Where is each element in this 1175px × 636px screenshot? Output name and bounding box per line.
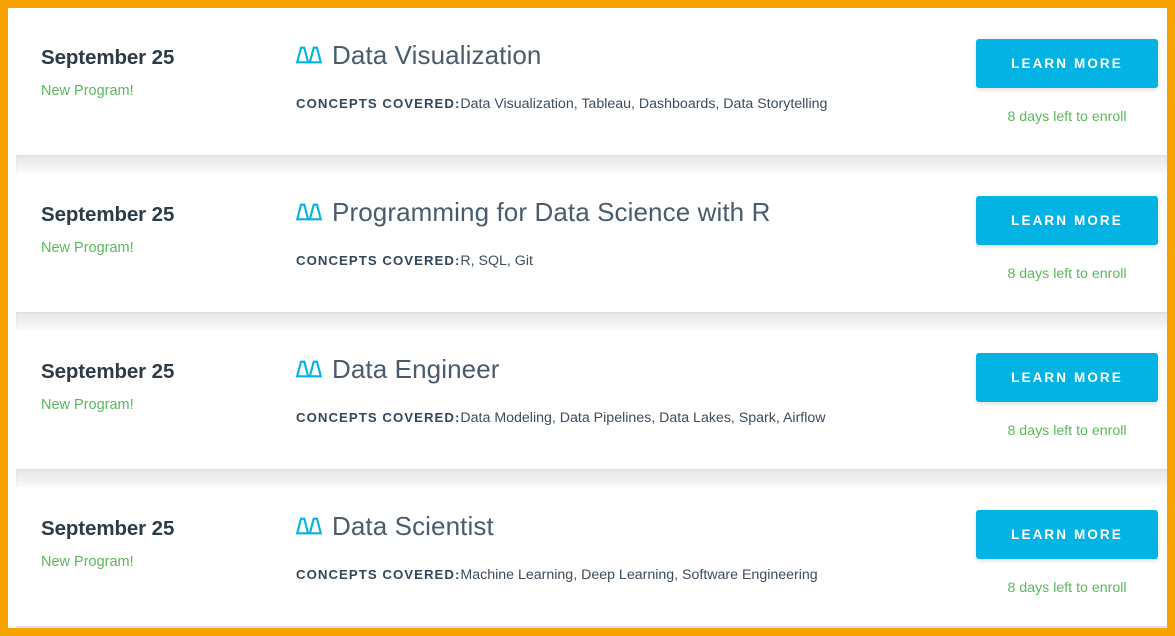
program-date-column: September 25 New Program! (41, 46, 276, 100)
program-info-column: Data Scientist CONCEPTS COVERED:Machine … (296, 509, 955, 584)
program-date-column: September 25 New Program! (41, 360, 276, 414)
program-title-row: Data Visualization (296, 38, 955, 72)
program-concepts-row: CONCEPTS COVERED:R, SQL, Git (296, 251, 955, 270)
udacity-logo-icon (296, 360, 322, 378)
program-concepts-row: CONCEPTS COVERED:Data Modeling, Data Pip… (296, 408, 955, 427)
udacity-logo-icon (296, 46, 322, 64)
concepts-covered-label: CONCEPTS COVERED: (296, 96, 461, 111)
new-program-badge: New Program! (41, 396, 134, 413)
program-title[interactable]: Programming for Data Science with R (332, 198, 770, 227)
program-start-date: September 25 (41, 46, 175, 69)
program-title[interactable]: Data Visualization (332, 41, 541, 70)
concepts-covered-label: CONCEPTS COVERED: (296, 410, 461, 425)
enroll-deadline-note: 8 days left to enroll (1007, 266, 1127, 282)
learn-more-button[interactable]: LEARN MORE (976, 353, 1158, 402)
card-separator (16, 626, 1167, 628)
learn-more-button[interactable]: LEARN MORE (976, 39, 1158, 88)
program-concepts-row: CONCEPTS COVERED:Data Visualization, Tab… (296, 94, 955, 113)
program-title-row: Programming for Data Science with R (296, 195, 955, 229)
page-frame: September 25 New Program! Data Visualiza… (0, 0, 1175, 636)
program-card[interactable]: September 25 New Program! Programming fo… (16, 173, 1167, 312)
new-program-badge: New Program! (41, 239, 134, 256)
concepts-covered-list: Data Modeling, Data Pipelines, Data Lake… (460, 410, 826, 426)
enroll-deadline-note: 8 days left to enroll (1007, 109, 1127, 125)
card-separator (16, 155, 1167, 173)
program-card[interactable]: September 25 New Program! Data Visualiza… (16, 16, 1167, 155)
card-separator (16, 312, 1167, 330)
program-card[interactable]: September 25 New Program! Data Engineer … (16, 330, 1167, 469)
learn-more-button[interactable]: LEARN MORE (976, 196, 1158, 245)
concepts-covered-label: CONCEPTS COVERED: (296, 253, 461, 268)
new-program-badge: New Program! (41, 82, 134, 99)
learn-more-button[interactable]: LEARN MORE (976, 510, 1158, 559)
program-cta-column: LEARN MORE 8 days left to enroll (976, 510, 1158, 597)
udacity-logo-icon (296, 517, 322, 535)
new-program-badge: New Program! (41, 553, 134, 570)
program-title-row: Data Scientist (296, 509, 955, 543)
program-card[interactable]: September 25 New Program! Data Scientist… (16, 487, 1167, 626)
program-date-column: September 25 New Program! (41, 203, 276, 257)
concepts-covered-list: Machine Learning, Deep Learning, Softwar… (460, 567, 818, 583)
program-cta-column: LEARN MORE 8 days left to enroll (976, 196, 1158, 283)
program-info-column: Data Visualization CONCEPTS COVERED:Data… (296, 38, 955, 113)
program-title-row: Data Engineer (296, 352, 955, 386)
program-cta-column: LEARN MORE 8 days left to enroll (976, 39, 1158, 126)
concepts-covered-label: CONCEPTS COVERED: (296, 567, 461, 582)
program-concepts-row: CONCEPTS COVERED:Machine Learning, Deep … (296, 565, 955, 584)
card-separator (16, 469, 1167, 487)
program-start-date: September 25 (41, 517, 175, 540)
program-cta-column: LEARN MORE 8 days left to enroll (976, 353, 1158, 440)
program-title[interactable]: Data Scientist (332, 512, 494, 541)
enroll-deadline-note: 8 days left to enroll (1007, 423, 1127, 439)
udacity-logo-icon (296, 203, 322, 221)
program-title[interactable]: Data Engineer (332, 355, 500, 384)
concepts-covered-list: R, SQL, Git (460, 253, 533, 269)
enroll-deadline-note: 8 days left to enroll (1007, 580, 1127, 596)
concepts-covered-list: Data Visualization, Tableau, Dashboards,… (460, 96, 828, 112)
program-list: September 25 New Program! Data Visualiza… (16, 16, 1167, 628)
program-date-column: September 25 New Program! (41, 517, 276, 571)
program-start-date: September 25 (41, 203, 175, 226)
program-info-column: Programming for Data Science with R CONC… (296, 195, 955, 270)
program-info-column: Data Engineer CONCEPTS COVERED:Data Mode… (296, 352, 955, 427)
program-start-date: September 25 (41, 360, 175, 383)
